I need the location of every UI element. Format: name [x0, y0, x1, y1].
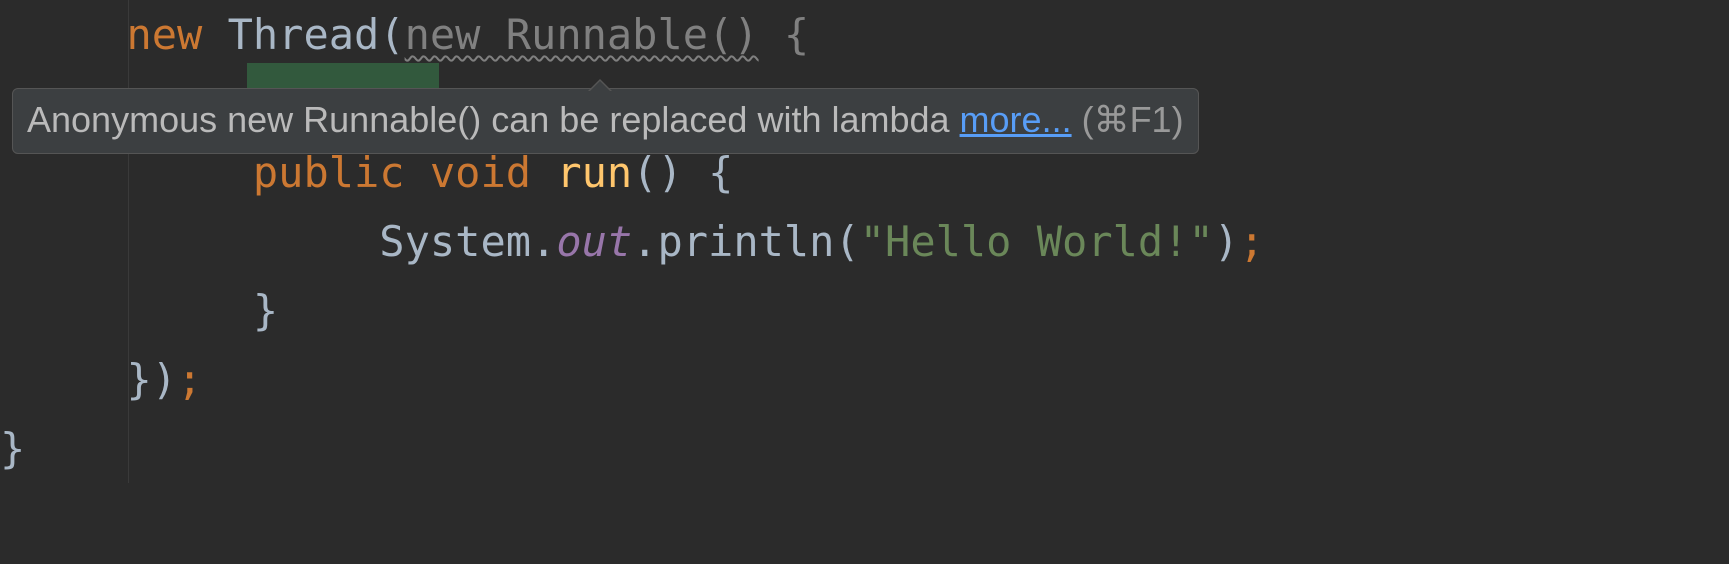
code-line[interactable]: });: [0, 345, 1729, 414]
tooltip-message: Anonymous new Runnable() can be replaced…: [27, 99, 960, 140]
class-system: System.: [379, 217, 556, 266]
field-out: out: [556, 217, 632, 266]
inspection-tooltip: Anonymous new Runnable() can be replaced…: [12, 88, 1199, 154]
tooltip-arrow-icon: [588, 79, 612, 91]
method-println: .println(: [632, 217, 860, 266]
code-line[interactable]: new Thread(new Runnable() {: [0, 0, 1729, 69]
inspection-warning-underline[interactable]: new Runnable(): [405, 10, 759, 59]
tooltip-shortcut: (⌘F1): [1072, 99, 1184, 140]
code-editor[interactable]: new Thread(new Runnable() { public void …: [0, 0, 1729, 483]
method-run: run: [556, 148, 632, 197]
code-line[interactable]: }: [0, 276, 1729, 345]
keyword-new: new: [126, 10, 202, 59]
keyword-void: void: [430, 148, 531, 197]
code-line[interactable]: }: [0, 414, 1729, 483]
string-literal: "Hello World!": [860, 217, 1214, 266]
class-thread: Thread: [228, 10, 380, 59]
keyword-public: public: [253, 148, 405, 197]
tooltip-more-link[interactable]: more...: [960, 99, 1072, 140]
code-line[interactable]: System.out.println("Hello World!");: [0, 207, 1729, 276]
